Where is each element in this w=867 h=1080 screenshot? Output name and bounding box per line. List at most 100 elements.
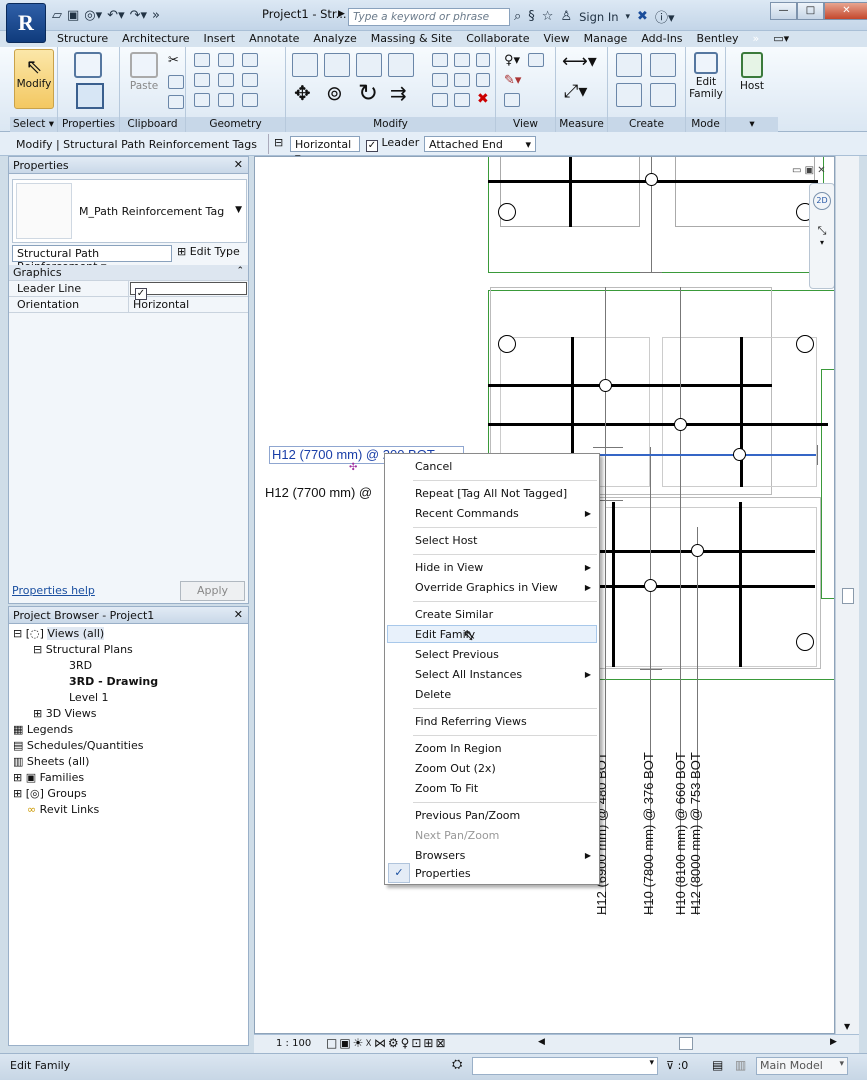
cope-icon[interactable] [194,53,210,67]
horizontal-scroll-thumb[interactable] [679,1037,693,1050]
rotate-icon[interactable]: ↻ [358,79,378,107]
collapse-icon[interactable]: ⌃ [232,265,248,280]
join-icon[interactable] [242,53,258,67]
tab-manage[interactable]: Manage [577,31,635,48]
menu-item-delete[interactable]: Delete [415,688,451,701]
pin-icon[interactable] [476,53,490,67]
copy-move-icon[interactable]: ⊚ [326,81,343,105]
view-control-icons[interactable]: □▣☀☓⋈⚙♀⊡⊞⊠ [326,1036,448,1050]
view-extra-icon[interactable] [528,53,544,67]
split-icon[interactable] [432,53,448,67]
favorites-icon[interactable]: ☆ [542,9,554,24]
steering-wheel-icon[interactable]: 2D [813,192,831,210]
filter-count[interactable]: ⊽ :0 [666,1059,688,1072]
binoculars-icon[interactable]: ⌕ [514,9,521,24]
maximize-button[interactable]: □ [797,2,824,20]
close-icon[interactable]: ✕ [234,158,243,171]
split-face-icon[interactable] [218,73,234,87]
edit-type-button[interactable]: ⊞ Edit Type [177,245,240,258]
hammer-icon[interactable] [242,93,258,107]
search-input[interactable]: Type a keyword or phrase [348,8,510,26]
offset-icon[interactable] [324,53,350,77]
tree-3d-views[interactable]: ⊞ 3D Views [33,707,97,720]
tab-bentley[interactable]: Bentley [690,31,746,48]
rebar-tag-vertical[interactable]: H12 (8000 mm) @ 753 BOT [688,752,703,915]
group-header-graphics[interactable]: Graphics ⌃ [9,265,248,281]
orientation-value[interactable]: Horizontal [129,297,193,312]
undo-icon[interactable]: ↶▾ [107,8,124,23]
modify-button[interactable]: ⇖ Modify [14,49,54,109]
trim-multiple-icon[interactable] [432,93,448,107]
more-icon[interactable]: » [152,8,160,23]
open-icon[interactable]: ▱ [52,8,62,23]
menu-item-browsers[interactable]: Browsers [415,849,465,862]
ribbon-overflow-icon[interactable]: » [745,31,766,48]
sync-icon[interactable]: ◎▾ [84,8,102,23]
sign-in-link[interactable]: Sign In [579,10,618,24]
properties-help-link[interactable]: Properties help [12,584,95,597]
dimension-icon[interactable]: ⤢▾ [564,81,587,102]
menu-item-previous-pan-zoom[interactable]: Previous Pan/Zoom [415,809,520,822]
rebar-tag-vertical[interactable]: H10 (8100 mm) @ 660 BOT [673,752,688,915]
cut-icon[interactable]: ✂ [168,53,179,68]
mirror-draw-icon[interactable] [388,53,414,77]
menu-item-select-all-instances[interactable]: Select All Instances [415,668,522,681]
hide-icon[interactable]: ♀▾ [504,53,520,68]
zoom-icon[interactable]: ⤡ [810,224,834,238]
type-selector[interactable]: M_Path Reinforcement Tag ▼ [12,179,247,243]
menu-item-zoom-out[interactable]: Zoom Out (2x) [415,762,496,775]
extend-icon[interactable] [454,93,470,107]
tree-sheets[interactable]: ▥ Sheets (all) [13,755,89,768]
scroll-thumb[interactable] [842,588,854,604]
application-menu-button[interactable]: R [6,3,46,43]
tab-collaborate[interactable]: Collaborate [459,31,536,48]
category-filter-dropdown[interactable]: Structural Path Reinforcement ▾ [12,245,172,273]
close-icon[interactable]: ✕ [234,608,243,621]
help-icon[interactable]: ⓘ▾ [655,7,675,26]
menu-item-repeat[interactable]: Repeat [Tag All Not Tagged] [415,487,567,500]
tab-insert[interactable]: Insert [197,31,243,48]
tab-analyze[interactable]: Analyze [306,31,363,48]
panel-expand-icon[interactable]: ▾ [726,117,778,132]
scroll-right-icon[interactable]: ▶ [830,1037,837,1047]
wall-joins-icon[interactable] [194,73,210,87]
tree-legends[interactable]: ▦ Legends [13,723,73,736]
leader-checkbox[interactable]: ✓ Leader [366,136,419,152]
chevron-down-icon[interactable]: ▼ [235,205,242,215]
subscription-icon[interactable]: § [528,9,535,24]
beam-join-icon[interactable] [242,73,258,87]
design-options-dropdown[interactable]: ▾ [472,1057,658,1075]
tree-schedules[interactable]: ▤ Schedules/Quantities [13,739,143,752]
array-icon[interactable] [432,73,448,87]
exchange-icon[interactable]: ✖ [637,9,648,24]
copy-icon[interactable] [168,75,184,89]
redo-icon[interactable]: ↷▾ [130,8,147,23]
menu-item-select-host[interactable]: Select Host [415,534,477,547]
scale-icon[interactable] [454,73,470,87]
tree-structural-plans[interactable]: ⊟ Structural Plans [33,643,133,656]
tree-groups[interactable]: ⊞ [◎] Groups [13,787,87,800]
worksets-icon[interactable]: ⛭ [452,1057,462,1072]
chevron-down-icon[interactable]: ▾ [810,238,834,247]
search-expand-icon[interactable]: ▶ [338,9,345,19]
scroll-left-icon[interactable]: ◀ [538,1037,545,1047]
ribbon-toggle-icon[interactable]: ▭▾ [766,31,796,48]
menu-item-recent-commands[interactable]: Recent Commands [415,507,589,520]
rebar-tag-vertical[interactable]: H10 (7800 mm) @ 376 BOT [641,752,656,915]
menu-item-properties[interactable]: Properties [415,867,471,880]
edit-family-button[interactable]: Edit Family [686,49,726,109]
delete-icon[interactable]: ✖ [477,91,489,107]
match-properties-icon[interactable] [168,95,184,109]
menu-item-select-previous[interactable]: Select Previous [415,648,499,661]
selected-rebar-span[interactable] [588,454,816,456]
measure-icon[interactable]: ⟷▾ [562,51,597,72]
close-button[interactable]: ✕ [824,2,867,20]
menu-item-zoom-in-region[interactable]: Zoom In Region [415,742,502,755]
tree-revit-links[interactable]: ∞ Revit Links [27,803,99,816]
move-icon[interactable]: ✥ [294,81,311,105]
chevron-down-icon[interactable]: ▾ [626,12,631,22]
tree-families[interactable]: ⊞ ▣ Families [13,771,84,784]
host-button[interactable]: Host [732,49,772,109]
view-scale[interactable]: 1 : 100 [276,1038,311,1049]
tab-architecture[interactable]: Architecture [115,31,196,48]
